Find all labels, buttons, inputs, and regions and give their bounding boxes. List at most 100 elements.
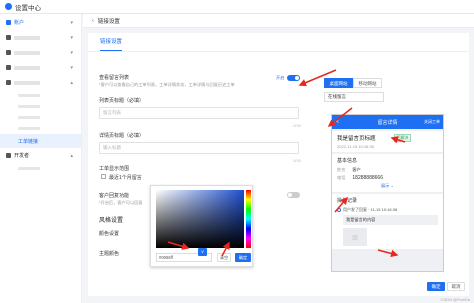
list-title-label: 列表页标题（必填） xyxy=(99,98,145,104)
tab-desktop[interactable]: 桌面网站 xyxy=(324,78,353,88)
sidebar-item-2[interactable]: ▾ xyxy=(0,30,81,45)
toggle-on-label: 开启 xyxy=(276,75,285,80)
sidebar-subitem-placeholder xyxy=(18,115,40,120)
list-title-count: 0/30 xyxy=(293,123,301,128)
ticket-title: 我是留言页标题 xyxy=(337,136,376,142)
sidebar-subitem[interactable] xyxy=(0,90,81,101)
tab-link-settings[interactable]: 链接设置 xyxy=(100,37,123,51)
sidebar-item-4[interactable]: ▾ xyxy=(0,60,81,75)
close-ticket-link: 关闭工单 xyxy=(424,119,440,124)
clear-button[interactable]: 清空 xyxy=(217,253,231,262)
log-item: 用户发了回复 · 11-15 10:16:36 xyxy=(337,207,438,213)
color-saturation-area[interactable] xyxy=(156,190,244,248)
ticket-card: 我是留言页标题 已解决 2022-11-15 10:16:36 xyxy=(332,131,443,152)
sidebar-item-3[interactable]: ▾ xyxy=(0,45,81,60)
ticket-show-checkbox[interactable] xyxy=(101,174,106,179)
people-icon xyxy=(6,65,11,70)
app-logo-icon xyxy=(5,3,12,10)
sidebar-item-developer[interactable]: 开发者 ▴ xyxy=(0,148,81,163)
list-title-input[interactable]: 留言列表 0/30 xyxy=(99,107,301,128)
settings-icon xyxy=(6,80,11,85)
sidebar-item-5[interactable]: ▴ xyxy=(0,75,81,90)
log-dot-icon xyxy=(337,208,341,212)
status-badge: 已解决 xyxy=(394,134,412,142)
show-list-label: 查看留言列表 xyxy=(99,75,130,81)
save-button[interactable]: 确定 xyxy=(427,282,445,291)
sidebar-item-placeholder xyxy=(14,80,40,85)
detail-title-label: 详情页标题（必填） xyxy=(99,133,145,139)
log-title: 操作记录 xyxy=(337,198,358,204)
list-title-placeholder: 留言列表 xyxy=(103,110,121,115)
main-area: ‹ 链接设置 链接设置 查看留言列表 *客户可以查看自己的工单列表，工单详情状态… xyxy=(83,14,474,303)
style-section-title: 风格设置 xyxy=(99,218,124,224)
basic-info-card: 基本信息 姓名 客户 电话 18288888666 展示 ⌄ xyxy=(332,154,443,192)
sidebar-subitem[interactable] xyxy=(0,112,81,123)
log-card: 操作记录 用户发了回复 · 11-15 10:16:36 我是留言的内容 ▨ xyxy=(332,194,443,249)
customer-reply-toggle[interactable] xyxy=(287,192,300,198)
sidebar-item-placeholder xyxy=(14,65,40,70)
sidebar-subitem-placeholder xyxy=(18,93,40,98)
name-label: 姓名 xyxy=(337,167,346,172)
sidebar-subitem[interactable] xyxy=(0,123,81,134)
name-row: 姓名 客户 xyxy=(337,167,438,173)
hue-slider[interactable] xyxy=(246,190,251,248)
log-quote: 我是留言的内容 xyxy=(343,215,438,225)
sidebar-subitem-placeholder xyxy=(18,104,40,109)
expand-link: 展示 ⌄ xyxy=(380,183,395,188)
sidebar-item-placeholder xyxy=(14,50,40,55)
code-icon xyxy=(6,153,11,158)
cancel-button[interactable]: 取消 xyxy=(447,282,465,291)
ticket-show-option: 最近1个月留言 xyxy=(109,175,142,181)
confirm-button[interactable]: 确定 xyxy=(235,253,251,262)
image-placeholder-icon: ▨ xyxy=(343,228,367,246)
chat-icon xyxy=(6,35,11,40)
back-icon: < xyxy=(336,119,339,125)
ticket-date: 2022-11-15 10:16:36 xyxy=(337,144,374,149)
ticket-show-label: 工单显示范围 xyxy=(99,166,130,172)
detail-title-placeholder: 输入标题 xyxy=(103,145,121,150)
theme-color-swatch[interactable]: v xyxy=(198,248,207,256)
sidebar-item-account[interactable]: 账户 ▾ xyxy=(0,15,81,30)
sidebar-subitem[interactable] xyxy=(0,163,81,174)
app-title: 设置中心 xyxy=(15,4,41,12)
sidebar-item-label: 账户 xyxy=(14,20,25,26)
show-list-toggle[interactable] xyxy=(287,75,300,81)
phone-row: 电话 18288888666 xyxy=(337,175,438,181)
detail-title-input[interactable]: 输入标题 0/30 xyxy=(99,142,301,163)
phone-value: 18288888666 xyxy=(352,175,383,181)
chevron-down-icon: ▾ xyxy=(70,19,73,26)
detail-title-count: 0/30 xyxy=(293,158,301,163)
sidebar-item-label: 开发者 xyxy=(14,153,30,159)
top-bar: 设置中心 xyxy=(0,0,474,14)
tab-mobile[interactable]: 移动网站 xyxy=(353,78,382,88)
phone-label: 电话 xyxy=(337,175,346,180)
settings-panel: 链接设置 查看留言列表 *客户可以查看自己的工单列表，工单详情状态，工单详情与回… xyxy=(88,33,469,296)
user-icon xyxy=(6,20,11,25)
tab-bar: 链接设置 xyxy=(88,33,469,52)
sidebar-subitem[interactable] xyxy=(0,101,81,112)
sidebar-item-placeholder xyxy=(14,35,40,40)
mobile-preview: < 留言详情 关闭工单 我是留言页标题 已解决 2022-11-15 10:16… xyxy=(331,114,444,272)
show-list-hint: *客户可以查看自己的工单列表，工单详情状态，工单详情与回复历史工单 xyxy=(99,82,235,87)
message-icon xyxy=(6,50,11,55)
sidebar: 账户 ▾ ▾ ▾ ▾ ▴ 工单链接 开发者 ▴ xyxy=(0,14,82,303)
sidebar-subitem-placeholder xyxy=(18,126,40,131)
page-title: 链接设置 xyxy=(97,18,120,25)
sidebar-subitem-placeholder xyxy=(18,166,40,171)
chevron-up-icon: ▴ xyxy=(70,152,73,159)
log-text: 用户发了回复 · 11-15 10:16:36 xyxy=(343,207,398,212)
customer-reply-hint: *开启后，客户可以回复 xyxy=(99,200,143,205)
chevron-down-icon: ▾ xyxy=(70,64,73,71)
color-label: 颜色设置 xyxy=(99,231,120,237)
page-select[interactable]: 在线留言 xyxy=(324,92,384,102)
chevron-down-icon: ▾ xyxy=(70,34,73,41)
customer-reply-label: 客户回复功能 xyxy=(99,193,130,199)
sidebar-item-ticket-link[interactable]: 工单链接 xyxy=(0,134,81,148)
breadcrumb: ‹ 链接设置 xyxy=(83,14,474,28)
chevron-left-icon[interactable]: ‹ xyxy=(92,18,94,24)
preview-header: < 留言详情 关闭工单 xyxy=(332,115,443,129)
chevron-up-icon: ▴ xyxy=(70,79,73,86)
theme-color-label: 主题颜色 xyxy=(99,251,120,257)
basic-info-title: 基本信息 xyxy=(337,158,358,164)
name-value: 客户 xyxy=(352,167,361,172)
